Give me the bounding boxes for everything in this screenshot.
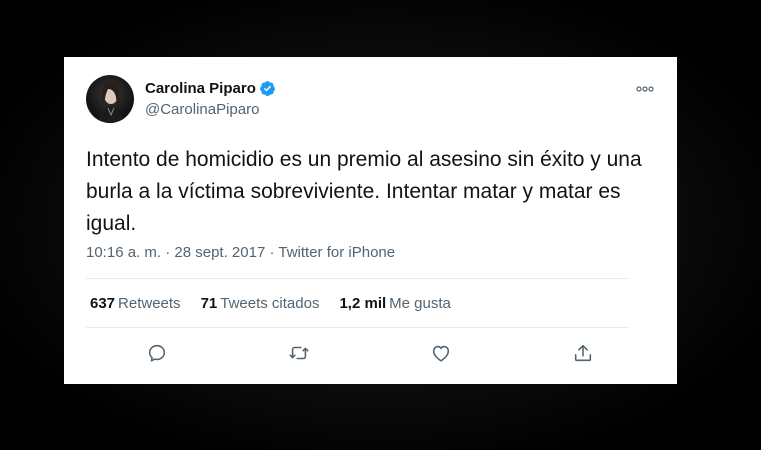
tweet-header: Carolina Piparo @CarolinaPiparo bbox=[86, 75, 657, 125]
tweet-stats: 637 Retweets 71 Tweets citados 1,2 mil Me g… bbox=[90, 295, 471, 312]
author-name[interactable]: Carolina Piparo bbox=[145, 80, 256, 97]
quotes-stat[interactable]: 71 Tweets citados bbox=[201, 295, 320, 312]
share-icon[interactable] bbox=[572, 342, 596, 366]
verified-badge-icon bbox=[259, 80, 276, 97]
retweets-label: Retweets bbox=[118, 295, 181, 312]
quotes-label: Tweets citados bbox=[220, 295, 320, 312]
tweet-card: Carolina Piparo @CarolinaPiparo Intento … bbox=[64, 57, 677, 384]
retweets-count: 637 bbox=[90, 295, 116, 312]
author-name-row: Carolina Piparo bbox=[145, 80, 276, 97]
avatar[interactable] bbox=[86, 75, 134, 123]
tweet-text: Intento de homicidio es un premio al ase… bbox=[86, 148, 642, 235]
tweet-actions bbox=[64, 342, 677, 368]
reply-icon[interactable] bbox=[146, 342, 170, 366]
likes-count: 1,2 mil bbox=[339, 295, 387, 312]
author-handle[interactable]: @CarolinaPiparo bbox=[145, 101, 259, 118]
likes-stat[interactable]: 1,2 mil Me gusta bbox=[339, 295, 450, 312]
retweet-icon[interactable] bbox=[288, 342, 312, 366]
retweets-stat[interactable]: 637 Retweets bbox=[90, 295, 181, 312]
divider bbox=[86, 327, 629, 328]
tweet-meta: 10:16 a. m. · 28 sept. 2017 · Twitter fo… bbox=[86, 244, 395, 261]
tweet-source[interactable]: Twitter for iPhone bbox=[278, 244, 395, 261]
divider bbox=[86, 278, 629, 279]
heart-icon[interactable] bbox=[430, 342, 454, 366]
more-dots-icon[interactable] bbox=[635, 81, 655, 92]
likes-label: Me gusta bbox=[389, 295, 451, 312]
quotes-count: 71 bbox=[200, 295, 218, 312]
tweet-timestamp[interactable]: 10:16 a. m. · 28 sept. 2017 bbox=[86, 244, 265, 261]
